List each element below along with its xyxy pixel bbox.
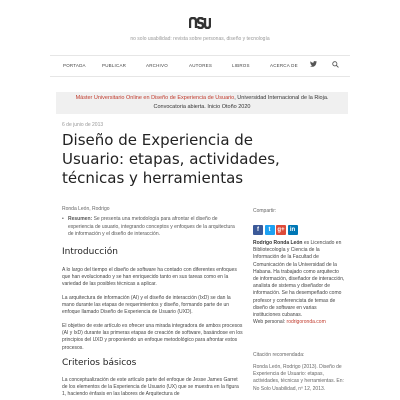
site-tagline: no solo usabilidad: revista sobre person… (130, 36, 270, 42)
bio-web-label: Web personal: (253, 319, 287, 326)
promo-banner-text: , Universidad Internacional de la Rioja. (234, 95, 329, 101)
promo-banner-line2: Convocatoria abierta. Inicio Otoño 2020 (153, 104, 251, 110)
nav-autores[interactable]: AUTORES (189, 63, 212, 68)
googleplus-share-button[interactable]: g+ (276, 225, 286, 235)
article-title: Diseño de Experiencia de Usuario: etapas… (62, 131, 280, 187)
facebook-share-button[interactable]: f (253, 225, 263, 235)
site-logo[interactable] (0, 16, 400, 34)
linkedin-share-button[interactable]: in (287, 225, 298, 235)
paragraph: La conceptualización de este artículo pa… (62, 377, 239, 398)
twitter-share-button[interactable]: t (264, 225, 275, 235)
summary-dash: • (62, 216, 64, 222)
summary-text: Se presenta una metodología para afronta… (68, 216, 235, 237)
search-icon[interactable] (330, 61, 340, 71)
citation-label: Citación recomendada: (253, 352, 305, 358)
paragraph: A lo largo del tiempo el diseño de softw… (62, 267, 237, 288)
bio-web-link[interactable]: rodrigoronda.com (287, 319, 326, 325)
section-criterios-title: Criterios básicos (62, 358, 137, 368)
paragraph: La arquitectura de información (AI) y el… (62, 295, 231, 316)
nav-acerca-de[interactable]: ACERCA DE (270, 63, 298, 68)
author-bio: Rodrigo Ronda León es Licenciado en Bibl… (253, 240, 345, 326)
bio-text: es Licenciado en Bibliotecología y Cienc… (253, 240, 345, 319)
paragraph: El objetivo de este artículo es ofrecer … (62, 323, 243, 351)
bio-name: Rodrigo Ronda León (253, 240, 303, 246)
section-introduccion-title: Introducción (62, 247, 118, 257)
summary-label: Resumen: (68, 216, 93, 222)
article-date: 6 de junio de 2013 (62, 122, 104, 128)
twitter-icon[interactable] (308, 61, 318, 71)
nav-portada[interactable]: PORTADA (63, 63, 86, 68)
promo-banner-link[interactable]: Máster Universitario Online en Diseño de… (76, 95, 235, 101)
nav-libros[interactable]: LIBROS (232, 63, 250, 68)
share-buttons: f t g+ in (253, 218, 299, 236)
share-label: Compartir: (253, 208, 277, 214)
citation-text: Ronda León, Rodrigo (2013). Diseño de Ex… (253, 364, 344, 392)
article-authors[interactable]: Ronda León, Rodrigo (62, 206, 110, 212)
nav-publicar[interactable]: PUBLICAR (102, 63, 126, 68)
article-summary: • Resumen: Se presenta una metodología p… (62, 216, 238, 239)
nav-archivo[interactable]: ARCHIVO (146, 63, 168, 68)
promo-banner: Máster Universitario Online en Diseño de… (56, 92, 348, 114)
nsu-logo-mark (189, 17, 211, 29)
main-nav: PORTADA PUBLICAR ARCHIVO AUTORES LIBROS … (50, 55, 350, 77)
